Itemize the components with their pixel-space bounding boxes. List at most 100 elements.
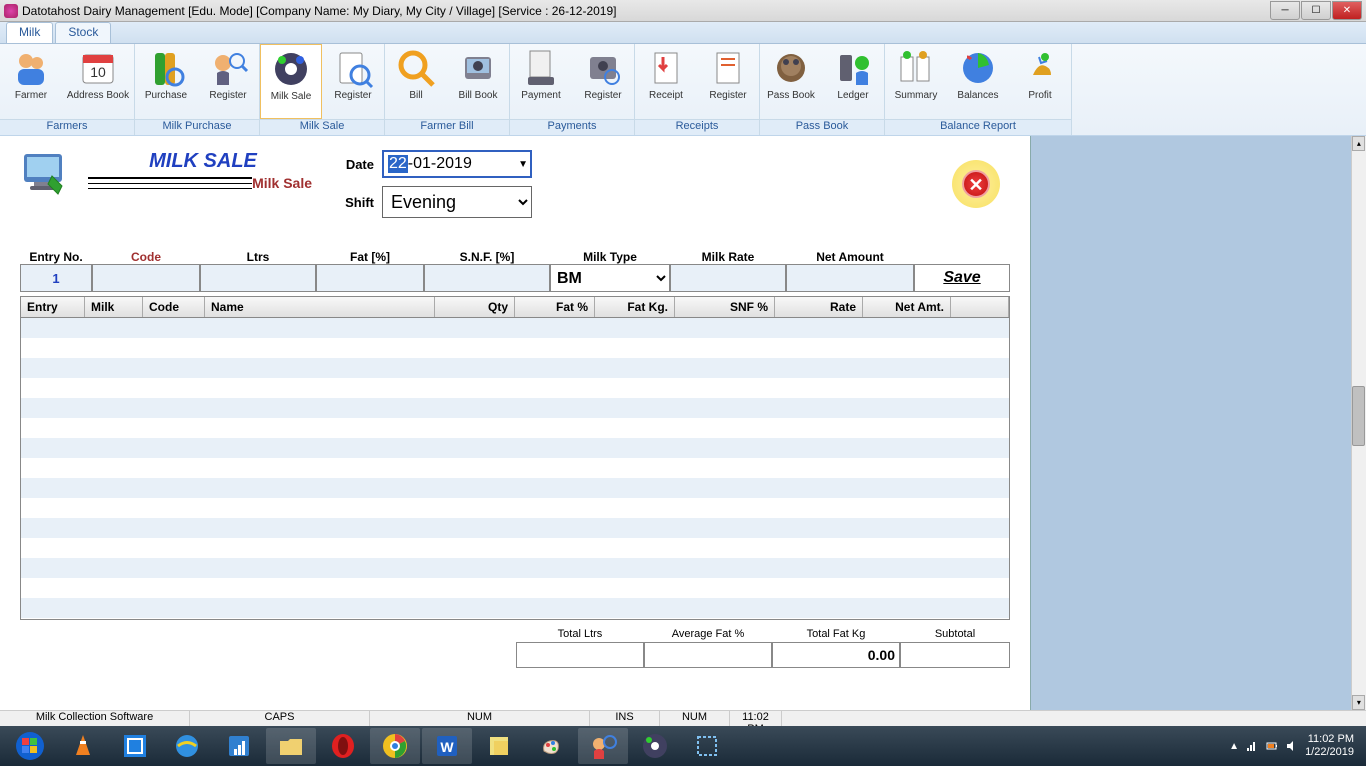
minimize-button[interactable]: ─ — [1270, 1, 1300, 20]
group-label-sale: Milk Sale — [260, 119, 384, 135]
paint-taskbar-button[interactable] — [526, 728, 576, 764]
entry-no-input[interactable] — [20, 264, 92, 292]
farmer-icon — [10, 47, 52, 89]
save-button[interactable]: Save — [914, 264, 1010, 292]
group-label-passbook: Pass Book — [760, 119, 884, 135]
sale-register-button[interactable]: Register — [322, 44, 384, 119]
date-input[interactable]: 22-01-2019 ▼ — [382, 150, 532, 178]
ledger-icon — [832, 47, 874, 89]
payment-register-button[interactable]: Register — [572, 44, 634, 119]
receipt-button[interactable]: Receipt — [635, 44, 697, 119]
status-ins: INS — [590, 711, 660, 726]
grid-col-entry[interactable]: Entry — [21, 297, 85, 317]
ie-taskbar-button[interactable] — [162, 728, 212, 764]
table-row — [21, 378, 1009, 398]
battery-icon[interactable] — [1265, 739, 1279, 753]
monitor-icon — [20, 150, 72, 198]
system-tray: ▲ 11:02 PM 1/22/2019 — [1229, 733, 1362, 759]
chevron-down-icon[interactable]: ▼ — [518, 159, 528, 170]
farmer-button[interactable]: Farmer — [0, 44, 62, 119]
grid-header: Entry Milk Code Name Qty Fat % Fat Kg. S… — [21, 297, 1009, 318]
ledger-button[interactable]: Ledger — [822, 44, 884, 119]
grid-col-amt[interactable]: Net Amt. — [863, 297, 951, 317]
grid-col-name[interactable]: Name — [205, 297, 435, 317]
explorer-taskbar-button[interactable] — [266, 728, 316, 764]
opera-taskbar-button[interactable] — [318, 728, 368, 764]
close-form-button[interactable]: ✕ — [952, 160, 1000, 208]
summary-button[interactable]: Summary — [885, 44, 947, 119]
snf-input[interactable] — [424, 264, 550, 292]
receipt-register-button[interactable]: Register — [697, 44, 759, 119]
bill-book-button[interactable]: Bill Book — [447, 44, 509, 119]
entry-no-label: Entry No. — [20, 250, 92, 264]
milk-sale-icon — [270, 48, 312, 90]
word-taskbar-button[interactable]: W — [422, 728, 472, 764]
group-label-bill: Farmer Bill — [385, 119, 509, 135]
dairy-taskbar-button[interactable] — [578, 728, 628, 764]
grid-col-qty[interactable]: Qty — [435, 297, 515, 317]
media-taskbar-button[interactable] — [630, 728, 680, 764]
volume-icon[interactable] — [1285, 739, 1299, 753]
app-taskbar-button[interactable] — [110, 728, 160, 764]
screenshot-taskbar-button[interactable] — [682, 728, 732, 764]
shift-select[interactable]: Evening — [382, 186, 532, 218]
app-icon — [4, 4, 18, 18]
scroll-up-icon[interactable]: ▴ — [1352, 136, 1365, 151]
right-panel — [1030, 136, 1351, 710]
grid-col-milk[interactable]: Milk — [85, 297, 143, 317]
purchase-button[interactable]: Purchase — [135, 44, 197, 119]
vlc-icon — [68, 731, 98, 761]
fat-input[interactable] — [316, 264, 424, 292]
net-input[interactable] — [786, 264, 914, 292]
maximize-button[interactable]: ☐ — [1301, 1, 1331, 20]
milk-type-select[interactable]: BM — [550, 264, 670, 292]
grid-col-rate[interactable]: Rate — [775, 297, 863, 317]
shift-label: Shift — [334, 195, 374, 210]
profit-button[interactable]: Profit — [1009, 44, 1071, 119]
entries-grid: Entry Milk Code Name Qty Fat % Fat Kg. S… — [20, 296, 1010, 620]
summary-icon — [895, 47, 937, 89]
code-input[interactable] — [92, 264, 200, 292]
passbook-button[interactable]: Pass Book — [760, 44, 822, 119]
milk-sale-button[interactable]: Milk Sale — [260, 44, 322, 119]
group-label-payments: Payments — [510, 119, 634, 135]
tray-chevron-icon[interactable]: ▲ — [1229, 741, 1239, 752]
calendar-icon: 10 — [77, 47, 119, 89]
close-button[interactable]: ✕ — [1332, 1, 1362, 20]
ribbon-group-bill: Bill Bill Book Farmer Bill — [385, 44, 510, 135]
rate-input[interactable] — [670, 264, 786, 292]
scroll-thumb[interactable] — [1352, 386, 1365, 446]
grid-col-fatp[interactable]: Fat % — [515, 297, 595, 317]
register-icon — [332, 47, 374, 89]
tab-stock[interactable]: Stock — [55, 22, 111, 43]
form-subtitle: Milk Sale — [252, 175, 318, 191]
table-row — [21, 358, 1009, 378]
bill-button[interactable]: Bill — [385, 44, 447, 119]
start-button[interactable] — [4, 728, 56, 764]
table-row — [21, 518, 1009, 538]
balances-button[interactable]: Balances — [947, 44, 1009, 119]
tray-clock[interactable]: 11:02 PM 1/22/2019 — [1305, 733, 1354, 759]
ltrs-input[interactable] — [200, 264, 316, 292]
ribbon-group-sale: Milk Sale Register Milk Sale — [260, 44, 385, 135]
scrollbar[interactable]: ▴ ▾ — [1351, 136, 1366, 710]
wifi-icon[interactable] — [1245, 739, 1259, 753]
chrome-taskbar-button[interactable] — [370, 728, 420, 764]
grid-col-snf[interactable]: SNF % — [675, 297, 775, 317]
grid-col-code[interactable]: Code — [143, 297, 205, 317]
tab-milk[interactable]: Milk — [6, 22, 53, 43]
payment-button[interactable]: Payment — [510, 44, 572, 119]
notes-taskbar-button[interactable] — [474, 728, 524, 764]
group-label-farmers: Farmers — [0, 119, 134, 135]
purchase-register-button[interactable]: Register — [197, 44, 259, 119]
status-app: Milk Collection Software — [0, 711, 190, 726]
grid-col-fatkg[interactable]: Fat Kg. — [595, 297, 675, 317]
taskmgr-button[interactable] — [214, 728, 264, 764]
address-book-button[interactable]: 10 Address Book — [62, 44, 134, 119]
vlc-taskbar-button[interactable] — [58, 728, 108, 764]
entry-row: Entry No. Code Ltrs Fat [%] S.N.F. [%] M… — [20, 250, 1010, 292]
total-fatkg-label: Total Fat Kg — [772, 628, 900, 640]
scroll-down-icon[interactable]: ▾ — [1352, 695, 1365, 710]
status-time: 11:02 PM — [730, 711, 782, 726]
avg-fat-value — [644, 642, 772, 668]
